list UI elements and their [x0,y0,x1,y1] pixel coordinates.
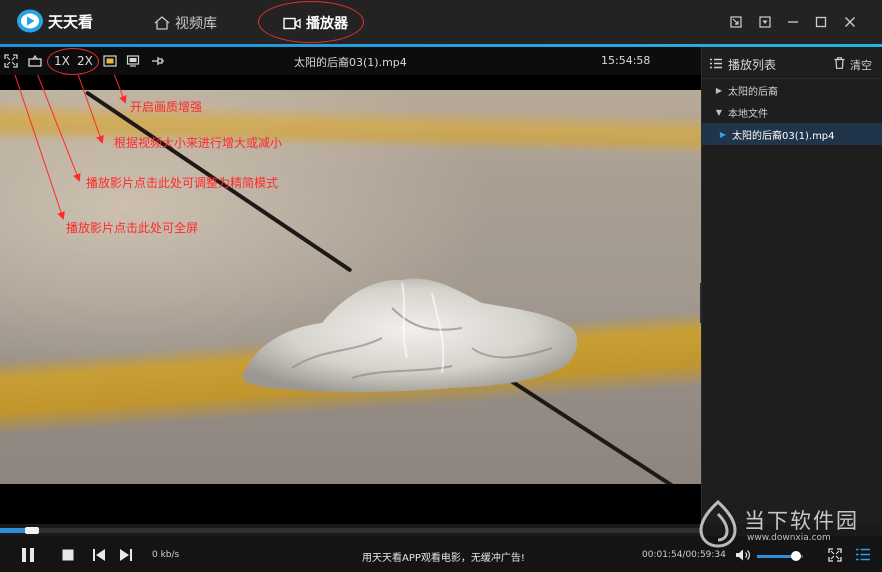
minimize-button[interactable] [783,12,803,32]
pin-icon [152,57,164,65]
annotation-fullscreen: 播放影片点击此处可全屏 [66,221,199,235]
tab-video-library-label: 视频库 [175,16,217,32]
trash-icon[interactable] [834,57,845,69]
pin-button[interactable] [150,53,166,69]
watermark-logo [699,500,737,548]
volume-handle[interactable] [791,551,802,561]
screen-icon [126,55,140,67]
previous-button[interactable] [92,548,106,562]
playlist-header: 播放列表 清空 [702,47,882,79]
video-frame [0,90,701,484]
video-file-title: 太阳的后裔03(1).mp4 [294,56,407,69]
volume-button[interactable] [735,548,751,562]
road-lane-marking-top [0,99,701,157]
home-icon [154,16,170,30]
watermark-text: 当下软件园 [744,509,859,533]
playlist-item-active[interactable]: ▶ 太阳的后裔03(1).mp4 [702,123,882,145]
close-button[interactable] [840,12,860,32]
playing-indicator-icon: ▶ [719,129,727,139]
fullscreen-icon [828,548,842,562]
compact-mode-button[interactable] [27,53,43,69]
triangle-right-icon: ▶ [715,85,723,95]
playlist-group-local-files[interactable]: ▼ 本地文件 [702,101,882,123]
tab-player-label: 播放器 [306,16,348,32]
progress-handle[interactable] [24,527,39,534]
playback-time: 00:01:54/00:59:34 [642,550,726,560]
ad-message: 用天天看APP观看电影，无缓冲广告! [362,553,525,564]
volume-icon [736,549,750,561]
annotation-compact-mode: 播放影片点击此处可调整为精简模式 [86,176,279,190]
pause-button[interactable] [20,547,36,563]
title-bar: 天天看 视频库 播放器 [0,0,882,44]
playlist-item-label: 太阳的后裔03(1).mp4 [732,130,835,142]
app-name: 天天看 [48,13,94,31]
annotation-speed: 根据视频大小来进行增大或减小 [114,136,283,150]
playlist-group-drama[interactable]: ▶ 太阳的后裔 [702,79,882,101]
watermark-url: www.downxia.com [747,533,831,543]
playlist-panel: 播放列表 清空 ▶ 太阳的后裔 ▼ 本地文件 ▶ 太阳的后裔03(1).mp4 [701,47,882,524]
list-icon [856,548,870,561]
system-clock: 15:54:58 [601,54,651,67]
playlist-group-label: 本地文件 [728,108,768,120]
player-toolbar: 1X 2X 太阳的后裔03(1).mp4 15:54:58 [0,47,701,75]
minimize-icon [788,21,798,23]
tab-video-library[interactable]: 视频库 [154,13,217,33]
menu-icon [759,16,771,28]
player-icon [283,17,301,29]
next-icon [120,549,132,561]
maximize-button[interactable] [811,12,831,32]
cloth-on-road [242,278,578,393]
screen-button[interactable] [125,53,141,69]
mini-mode-icon [730,16,742,28]
playlist-group-label: 太阳的后裔 [728,86,778,98]
next-button[interactable] [119,548,133,562]
compact-mode-icon [28,54,42,67]
playlist-title: 播放列表 [728,58,777,72]
annotation-image-enhance: 开启画质增强 [130,100,203,114]
stop-icon [62,549,74,561]
stop-button[interactable] [62,549,74,561]
download-rate: 0 kb/s [152,550,180,560]
triangle-down-icon: ▼ [715,107,723,117]
fullscreen-toggle-button[interactable] [828,548,842,562]
tab-player[interactable]: 播放器 [283,13,348,33]
pause-icon [22,548,34,562]
previous-icon [93,549,105,561]
fullscreen-button[interactable] [3,53,19,69]
list-icon [710,58,722,69]
annotation-circle-speed [47,48,99,75]
main-menu-button[interactable] [755,12,775,32]
progress-bar[interactable] [0,527,701,534]
app-logo-icon [17,9,43,33]
playlist-button[interactable] [856,548,870,561]
maximize-icon [815,16,827,28]
playlist-clear-button[interactable]: 清空 [850,57,872,73]
image-enhance-button[interactable] [102,53,118,69]
video-area[interactable]: 开启画质增强 根据视频大小来进行增大或减小 播放影片点击此处可调整为精简模式 播… [0,75,701,524]
fullscreen-icon [4,54,18,68]
mini-mode-button[interactable] [726,12,746,32]
close-icon [845,17,855,27]
image-enhance-icon [103,55,117,67]
